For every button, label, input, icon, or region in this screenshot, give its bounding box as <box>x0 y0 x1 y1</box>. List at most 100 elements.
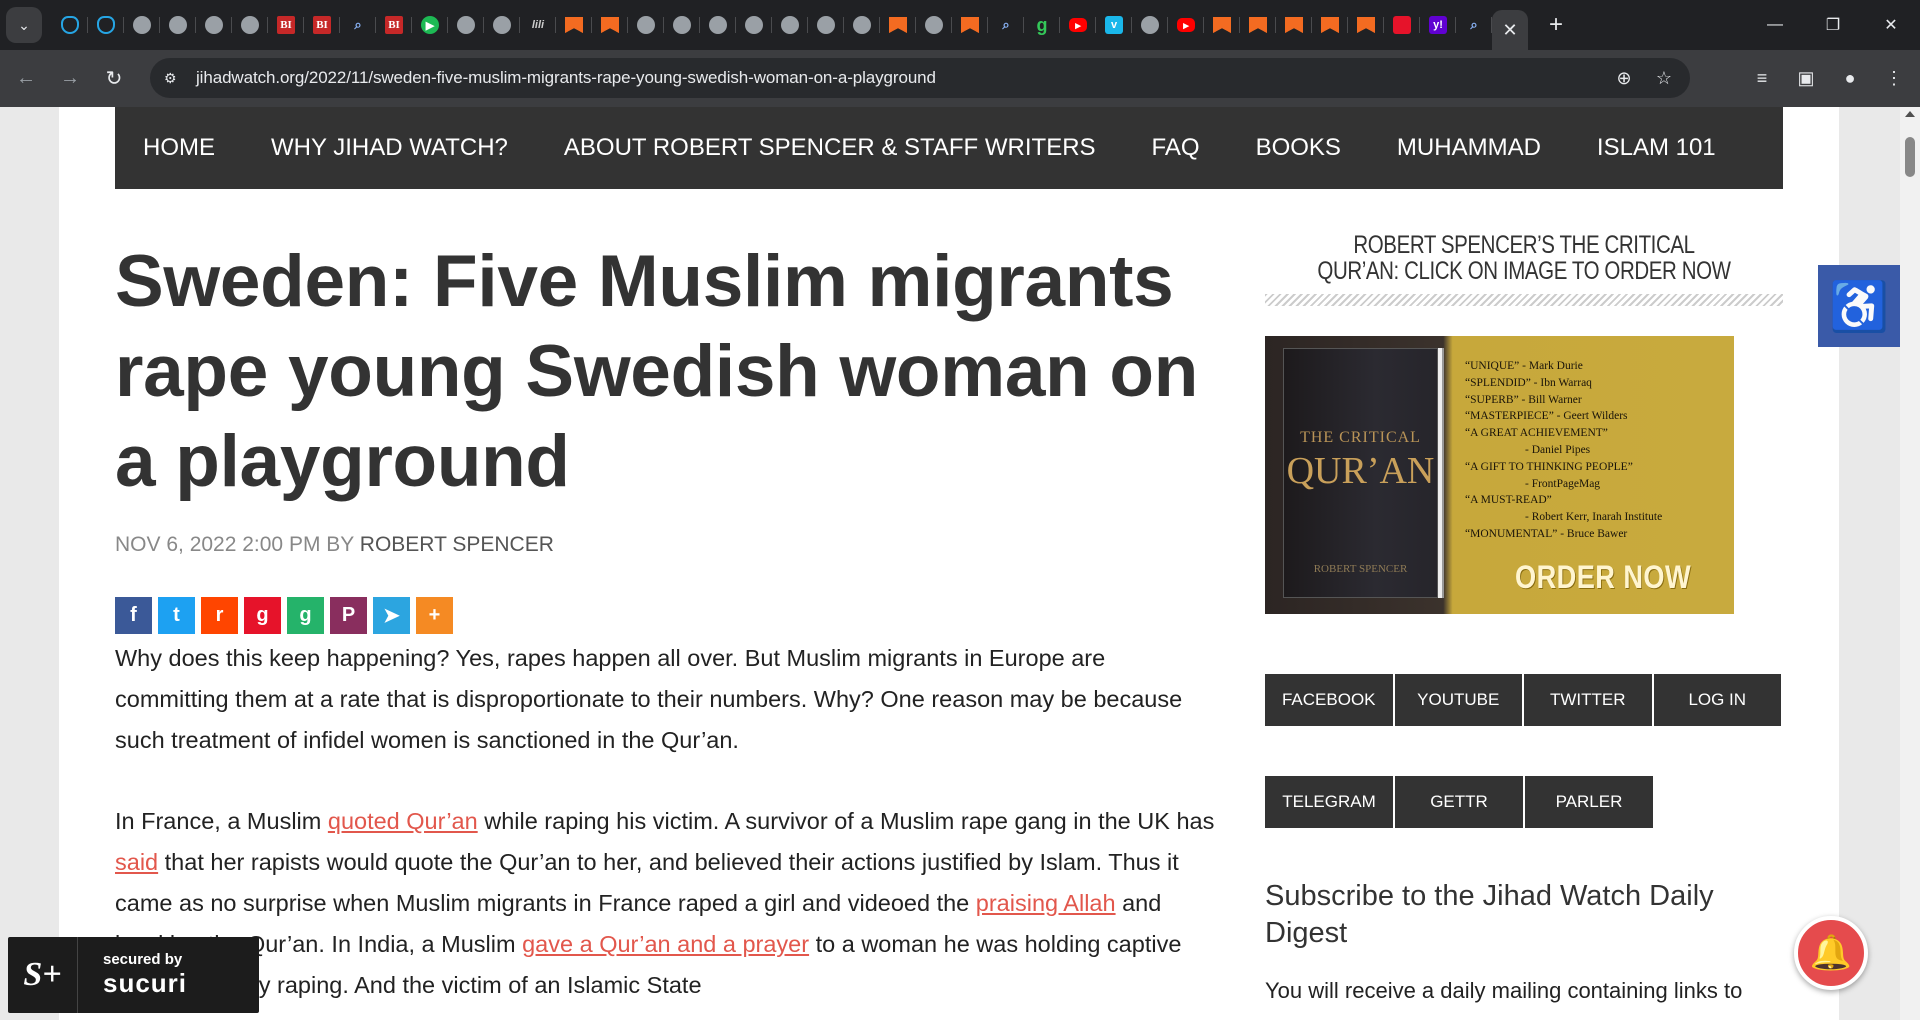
social-link-parler[interactable]: PARLER <box>1525 776 1653 828</box>
browser-tab[interactable] <box>88 0 124 50</box>
close-window-button[interactable]: ✕ <box>1862 0 1920 50</box>
reddit-share-button[interactable]: r <box>201 597 238 634</box>
browser-tab[interactable]: ⌕ <box>988 0 1024 50</box>
browser-tab[interactable] <box>1276 0 1312 50</box>
browser-tab[interactable]: BI <box>268 0 304 50</box>
zoom-icon[interactable]: ⊕ <box>1604 68 1644 89</box>
browser-tab[interactable] <box>952 0 988 50</box>
browser-tab[interactable] <box>772 0 808 50</box>
globe-icon <box>745 16 763 34</box>
site-info-icon[interactable]: ⚙ <box>164 70 188 87</box>
nav-item-islam-101[interactable]: ISLAM 101 <box>1569 134 1744 162</box>
browser-tab[interactable] <box>880 0 916 50</box>
nav-item-faq[interactable]: FAQ <box>1124 134 1228 162</box>
browser-tab[interactable] <box>1204 0 1240 50</box>
minimize-button[interactable]: — <box>1746 0 1804 50</box>
browser-tab[interactable] <box>556 0 592 50</box>
browser-tab[interactable]: BI <box>304 0 340 50</box>
globe-icon <box>925 16 943 34</box>
facebook-share-button[interactable]: f <box>115 597 152 634</box>
accessibility-icon[interactable]: ♿ <box>1818 265 1900 347</box>
browser-tab[interactable]: g <box>1024 0 1060 50</box>
active-tab[interactable]: ✕ <box>1492 10 1528 50</box>
browser-tab[interactable]: ▸ <box>1060 0 1096 50</box>
social-links-row-1: FACEBOOK YOUTUBE TWITTER LOG IN <box>1265 674 1783 726</box>
profile-icon[interactable]: ● <box>1828 60 1872 96</box>
bookmark-star-icon[interactable]: ☆ <box>1644 68 1684 89</box>
notification-bell-icon[interactable]: 🔔 <box>1794 916 1868 990</box>
link-praising-allah[interactable]: praising Allah <box>976 890 1116 916</box>
social-link-log-in[interactable]: LOG IN <box>1653 674 1781 726</box>
link-gave-quran[interactable]: gave a Qur’an and a prayer <box>522 931 809 957</box>
side-panel-icon[interactable]: ▣ <box>1784 60 1828 96</box>
browser-tab[interactable]: ▸ <box>1168 0 1204 50</box>
browser-tab[interactable]: ▶ <box>412 0 448 50</box>
media-controls-icon[interactable]: ≡ <box>1740 60 1784 96</box>
article-author[interactable]: ROBERT SPENCER <box>360 533 554 556</box>
subscribe-text: You will receive a daily mailing contain… <box>1265 978 1743 1003</box>
nav-item-books[interactable]: BOOKS <box>1228 134 1369 162</box>
gab-share-button[interactable]: g <box>287 597 324 634</box>
more-share-button[interactable]: + <box>416 597 453 634</box>
social-link-telegram[interactable]: TELEGRAM <box>1265 776 1393 828</box>
browser-tab[interactable] <box>124 0 160 50</box>
browser-tab[interactable] <box>808 0 844 50</box>
browser-tab[interactable] <box>1240 0 1276 50</box>
browser-tab[interactable] <box>1132 0 1168 50</box>
sucuri-badge[interactable]: S+ secured by sucuri <box>8 937 259 1013</box>
browser-tab[interactable] <box>232 0 268 50</box>
browser-tab[interactable] <box>484 0 520 50</box>
browser-tab[interactable] <box>628 0 664 50</box>
browser-tab[interactable]: lili <box>520 0 556 50</box>
menu-icon[interactable]: ⋮ <box>1872 60 1916 96</box>
browser-tab[interactable]: ⌕ <box>340 0 376 50</box>
nav-item-about-robert-spencer-staff-writers[interactable]: ABOUT ROBERT SPENCER & STAFF WRITERS <box>536 134 1124 162</box>
link-quoted-quran[interactable]: quoted Qur’an <box>328 808 478 834</box>
twitter-share-button[interactable]: t <box>158 597 195 634</box>
browser-tab[interactable] <box>160 0 196 50</box>
bookmark-icon <box>1357 17 1375 33</box>
link-said[interactable]: said <box>115 849 158 875</box>
browser-tab[interactable] <box>916 0 952 50</box>
browser-tab[interactable] <box>1348 0 1384 50</box>
browser-tab[interactable] <box>448 0 484 50</box>
reload-button[interactable]: ↻ <box>96 61 132 97</box>
order-now-label[interactable]: ORDER NOW <box>1515 559 1691 596</box>
subscribe-title: Subscribe to the Jihad Watch Daily Diges… <box>1265 880 1714 949</box>
book-ad-banner[interactable]: THE CRITICAL QUR’AN ROBERT SPENCER “UNIQ… <box>1265 336 1734 614</box>
new-tab-button[interactable]: + <box>1538 7 1574 43</box>
social-link-gettr[interactable]: GETTR <box>1395 776 1523 828</box>
browser-tab[interactable]: ⌕ <box>1456 0 1492 50</box>
browser-tab[interactable] <box>592 0 628 50</box>
url-text[interactable]: jihadwatch.org/2022/11/sweden-five-musli… <box>196 68 936 88</box>
nav-item-why-jihad-watch[interactable]: WHY JIHAD WATCH? <box>243 134 536 162</box>
telegram-share-button[interactable]: ➤ <box>373 597 410 634</box>
close-icon[interactable]: ✕ <box>1502 20 1517 41</box>
address-bar[interactable]: ⚙ jihadwatch.org/2022/11/sweden-five-mus… <box>150 58 1690 98</box>
social-link-youtube[interactable]: YOUTUBE <box>1394 674 1522 726</box>
browser-tab[interactable]: y! <box>1420 0 1456 50</box>
nav-item-muhammad[interactable]: MUHAMMAD <box>1369 134 1569 162</box>
parler-share-button[interactable]: P <box>330 597 367 634</box>
browser-tab[interactable] <box>700 0 736 50</box>
browser-tab[interactable] <box>1312 0 1348 50</box>
browser-tab[interactable] <box>844 0 880 50</box>
browser-tab[interactable] <box>664 0 700 50</box>
scroll-thumb[interactable] <box>1905 137 1915 177</box>
scroll-up-arrow-icon[interactable] <box>1905 111 1915 117</box>
social-link-twitter[interactable]: TWITTER <box>1524 674 1652 726</box>
browser-tab[interactable] <box>196 0 232 50</box>
nav-item-home[interactable]: HOME <box>115 134 243 162</box>
restore-button[interactable]: ❐ <box>1804 0 1862 50</box>
browser-tab[interactable] <box>52 0 88 50</box>
page-scrollbar[interactable] <box>1900 107 1920 1020</box>
back-button[interactable]: ← <box>8 61 44 97</box>
forward-button[interactable]: → <box>52 61 88 97</box>
social-link-facebook[interactable]: FACEBOOK <box>1265 674 1393 726</box>
gettr-share-button[interactable]: g <box>244 597 281 634</box>
browser-tab[interactable]: v <box>1096 0 1132 50</box>
browser-tab[interactable] <box>1384 0 1420 50</box>
tab-search-button[interactable]: ⌄ <box>6 7 42 43</box>
browser-tab[interactable]: BI <box>376 0 412 50</box>
browser-tab[interactable] <box>736 0 772 50</box>
